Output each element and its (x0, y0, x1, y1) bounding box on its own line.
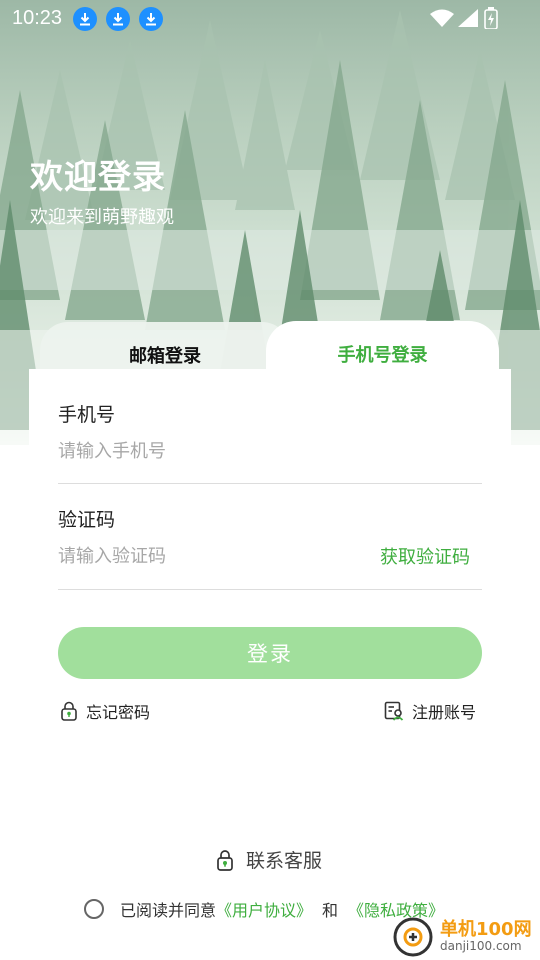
agree-radio[interactable] (84, 899, 104, 919)
watermark: 单机100网 danji100.com (392, 916, 532, 958)
lock-icon (60, 701, 78, 721)
code-label: 验证码 (58, 509, 116, 531)
tab-email-login-label: 邮箱登录 (129, 346, 201, 367)
battery-icon (484, 7, 498, 33)
agreement-and: 和 (322, 901, 339, 920)
id-card-icon (384, 701, 404, 721)
register-link[interactable]: 注册账号 (384, 699, 476, 723)
watermark-name: 单机100网 (440, 919, 532, 941)
agreement-prefix: 已阅读并同意 (120, 901, 217, 920)
agreement-row: 已阅读并同意 《用户协议》 和 《隐私政策》 (84, 897, 444, 921)
signal-icon (458, 9, 478, 31)
get-code-button[interactable]: 获取验证码 (380, 543, 470, 569)
forgot-password-label: 忘记密码 (86, 703, 151, 722)
download-icon (106, 7, 130, 31)
phone-input[interactable] (58, 437, 478, 465)
register-label: 注册账号 (412, 703, 477, 722)
phone-divider (58, 483, 482, 484)
watermark-url: danji100.com (440, 939, 522, 954)
phone-label: 手机号 (58, 404, 116, 426)
contact-support-label: 联系客服 (246, 850, 323, 872)
status-bar: 10:23 (0, 0, 540, 36)
lock-icon (216, 849, 234, 871)
download-icon (139, 7, 163, 31)
forgot-password-link[interactable]: 忘记密码 (60, 699, 150, 723)
user-agreement-link[interactable]: 《用户协议》 (216, 897, 312, 921)
status-time: 10:23 (12, 7, 63, 29)
watermark-logo (392, 916, 434, 958)
page-title: 欢迎登录 (30, 157, 166, 196)
wifi-icon (430, 9, 454, 31)
contact-support-link[interactable]: 联系客服 (216, 846, 322, 873)
download-icon (73, 7, 97, 31)
login-button[interactable]: 登录 (58, 627, 482, 679)
page-subtitle: 欢迎来到萌野趣观 (30, 207, 174, 228)
tab-phone-login-label: 手机号登录 (337, 345, 428, 366)
code-input[interactable] (58, 542, 358, 570)
login-card (29, 369, 511, 789)
code-divider (58, 589, 482, 590)
